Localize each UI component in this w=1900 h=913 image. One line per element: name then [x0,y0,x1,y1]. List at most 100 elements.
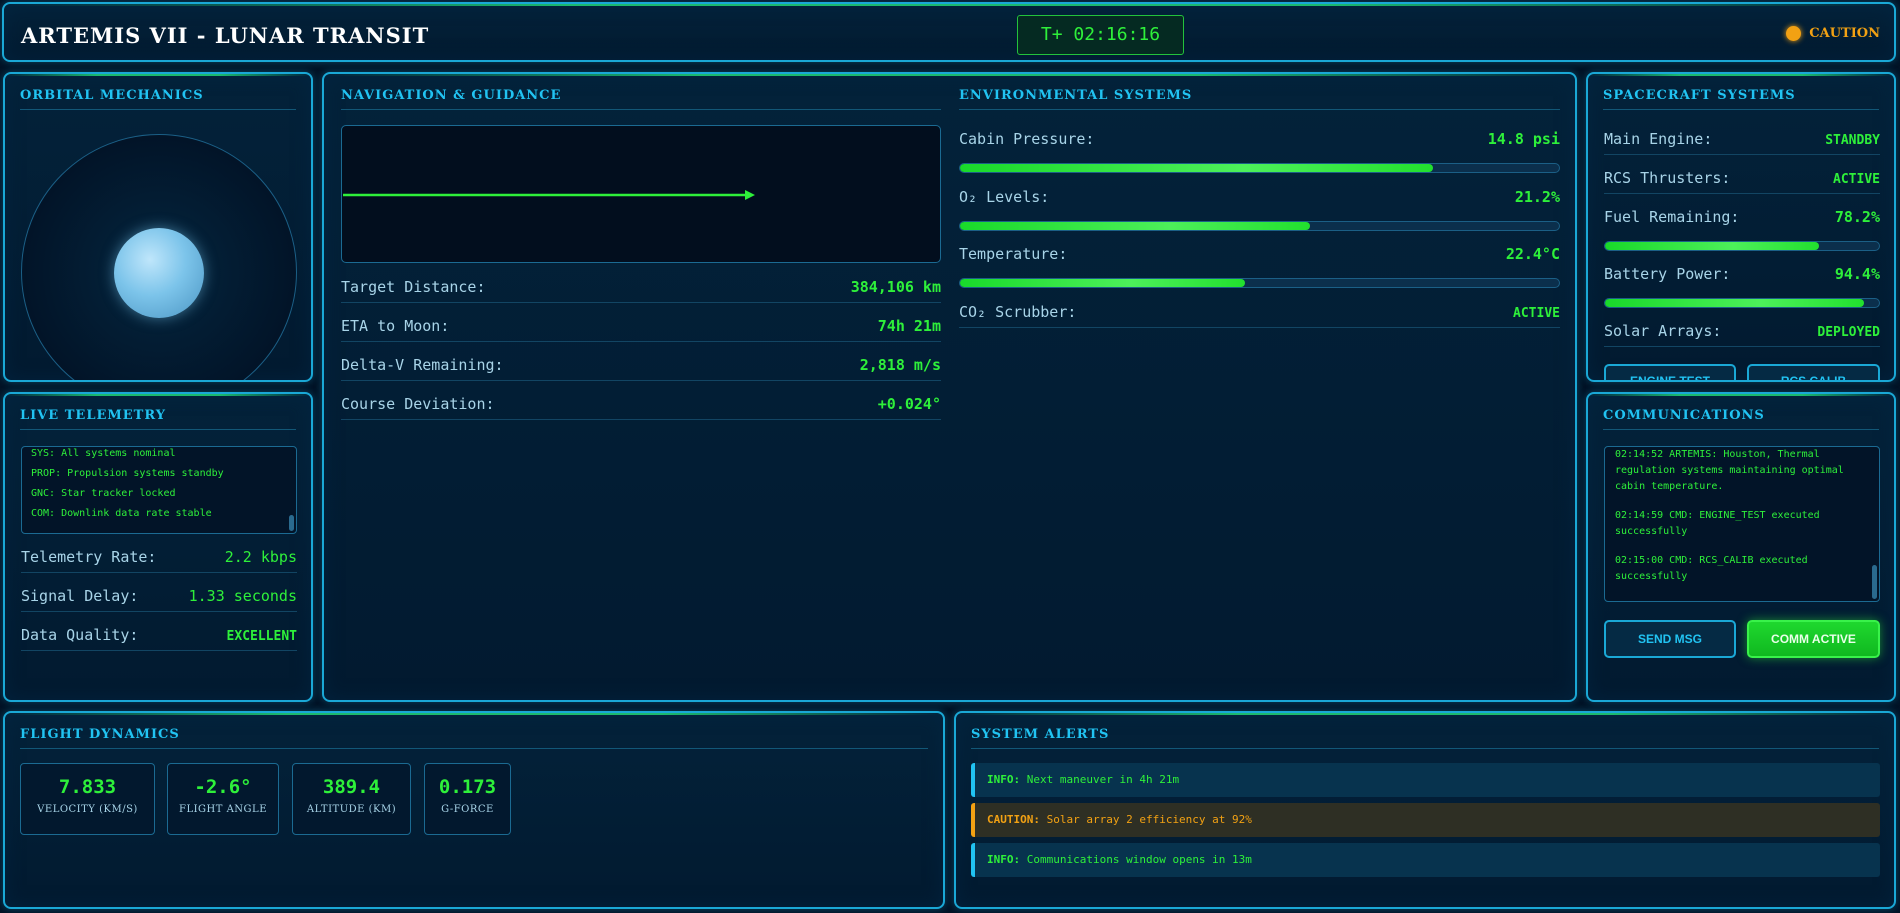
cabin-pressure-row: Cabin Pressure: 14.8 psi [959,130,1560,154]
row-value: EXCELLENT [226,629,297,644]
readout-label: VELOCITY (KM/S) [37,804,138,815]
flight-angle-readout: -2.6° FLIGHT ANGLE [167,763,279,835]
comm-active-button[interactable]: COMM ACTIVE [1747,620,1880,658]
rcs-calib-button[interactable]: RCS CALIB [1747,364,1880,380]
status-indicator: CAUTION [1786,26,1880,41]
panel-title: COMMUNICATIONS [1603,408,1879,430]
log-entry: SYS: All systems nominal [31,448,176,459]
readout-value: 7.833 [58,776,117,798]
o2-levels-row: O₂ Levels: 21.2% [959,188,1560,212]
alert-item: INFO: Communications window opens in 13m [971,843,1880,877]
readout-value: -2.6° [194,776,252,798]
row-label: Telemetry Rate: [21,548,157,566]
alert-text: Solar array 2 efficiency at 92% [1046,813,1252,826]
o2-levels-bar [959,221,1560,231]
telemetry-rate-row: Telemetry Rate: 2.2 kbps [21,548,297,573]
bar-fill [960,222,1311,230]
scrollbar-thumb[interactable] [1872,565,1877,599]
readout-label: ALTITUDE (KM) [306,804,397,815]
panel-title: ORBITAL MECHANICS [20,88,296,110]
row-label: ETA to Moon: [341,317,450,335]
main-engine-row: Main Engine: STANDBY [1604,130,1880,155]
cabin-pressure-bar [959,163,1560,173]
spacecraft-systems-panel: SPACECRAFT SYSTEMS Main Engine: STANDBY … [1586,72,1896,382]
earth-icon [114,228,204,318]
row-label: Signal Delay: [21,587,139,605]
comm-message: 02:15:00 CMD: RCS_CALIB executed success… [1615,555,1808,582]
row-value: 2.2 kbps [224,548,297,566]
row-value: 14.8 psi [1487,130,1560,148]
temperature-bar [959,278,1560,288]
alert-level: INFO: [987,773,1021,786]
orbit-view [21,134,297,380]
row-label: Delta-V Remaining: [341,356,504,374]
readout-value: 0.173 [438,776,497,798]
scrollbar-thumb[interactable] [289,515,294,531]
alert-level: INFO: [987,853,1021,866]
readout-value: 389.4 [322,776,381,798]
row-value: DEPLOYED [1817,325,1880,340]
row-label: CO₂ Scrubber: [959,303,1077,321]
row-label: Fuel Remaining: [1604,208,1740,226]
row-value: 94.4% [1834,265,1880,283]
trajectory-svg [343,190,755,200]
row-value: 384,106 km [850,278,941,296]
panel-title: SPACECRAFT SYSTEMS [1603,88,1879,110]
bar-fill [1605,299,1864,307]
log-entry: PROP: Propulsion systems standby [31,468,224,479]
temperature-row: Temperature: 22.4°C [959,245,1560,269]
row-value: +0.024° [877,395,941,413]
trajectory-display [341,125,941,263]
mission-title: ARTEMIS VII - LUNAR TRANSIT [21,23,430,48]
comm-log[interactable]: 02:14:52 ARTEMIS: Houston, Thermal regul… [1604,446,1880,602]
row-value: 78.2% [1834,208,1880,226]
row-value: ACTIVE [1833,172,1880,187]
alert-item: INFO: Next maneuver in 4h 21m [971,763,1880,797]
orbital-mechanics-panel: ORBITAL MECHANICS [3,72,313,382]
eta-row: ETA to Moon: 74h 21m [341,317,941,342]
alert-text: Communications window opens in 13m [1026,853,1252,866]
delta-v-row: Delta-V Remaining: 2,818 m/s [341,356,941,381]
panel-title: NAVIGATION & GUIDANCE [341,88,941,110]
row-label: Main Engine: [1604,130,1713,148]
row-label: Target Distance: [341,278,486,296]
row-value: 22.4°C [1505,245,1560,263]
live-telemetry-panel: LIVE TELEMETRY SYS: All systems nominal … [3,392,313,702]
bar-fill [960,164,1434,172]
panel-title: SYSTEM ALERTS [971,727,1879,749]
panel-title: LIVE TELEMETRY [20,408,296,430]
row-label: Cabin Pressure: [959,130,1095,148]
course-deviation-row: Course Deviation: +0.024° [341,395,941,420]
alert-text: Next maneuver in 4h 21m [1026,773,1180,786]
g-force-readout: 0.173 G-FORCE [424,763,511,835]
telemetry-log[interactable]: SYS: All systems nominal PROP: Propulsio… [21,446,297,534]
row-label: Temperature: [959,245,1068,263]
panel-title: ENVIRONMENTAL SYSTEMS [959,88,1560,110]
row-value: 1.33 seconds [188,587,297,605]
velocity-readout: 7.833 VELOCITY (KM/S) [20,763,155,835]
battery-power-row: Battery Power: 94.4% [1604,265,1880,289]
solar-arrays-row: Solar Arrays: DEPLOYED [1604,322,1880,347]
rcs-thrusters-row: RCS Thrusters: ACTIVE [1604,169,1880,194]
status-text: CAUTION [1809,26,1880,41]
row-label: RCS Thrusters: [1604,169,1731,187]
log-entry: COM: Downlink data rate stable [31,508,212,519]
bar-fill [960,279,1246,287]
row-label: Battery Power: [1604,265,1731,283]
co2-scrubber-row: CO₂ Scrubber: ACTIVE [959,303,1560,328]
fuel-bar [1604,241,1880,251]
nav-env-panel: NAVIGATION & GUIDANCE Target Distance: 3… [322,72,1577,702]
comm-message: 02:14:52 ARTEMIS: Houston, Thermal regul… [1615,449,1844,492]
battery-bar [1604,298,1880,308]
signal-delay-row: Signal Delay: 1.33 seconds [21,587,297,612]
row-value: 74h 21m [877,317,941,335]
alert-item: CAUTION: Solar array 2 efficiency at 92% [971,803,1880,837]
send-message-button[interactable]: SEND MSG [1604,620,1736,658]
row-value: 2,818 m/s [859,356,941,374]
row-value: 21.2% [1514,188,1560,206]
engine-test-button[interactable]: ENGINE TEST [1604,364,1736,380]
data-quality-row: Data Quality: EXCELLENT [21,626,297,651]
target-distance-row: Target Distance: 384,106 km [341,278,941,303]
row-label: Data Quality: [21,626,139,644]
header-bar: ARTEMIS VII - LUNAR TRANSIT T+ 02:16:16 … [2,2,1896,62]
